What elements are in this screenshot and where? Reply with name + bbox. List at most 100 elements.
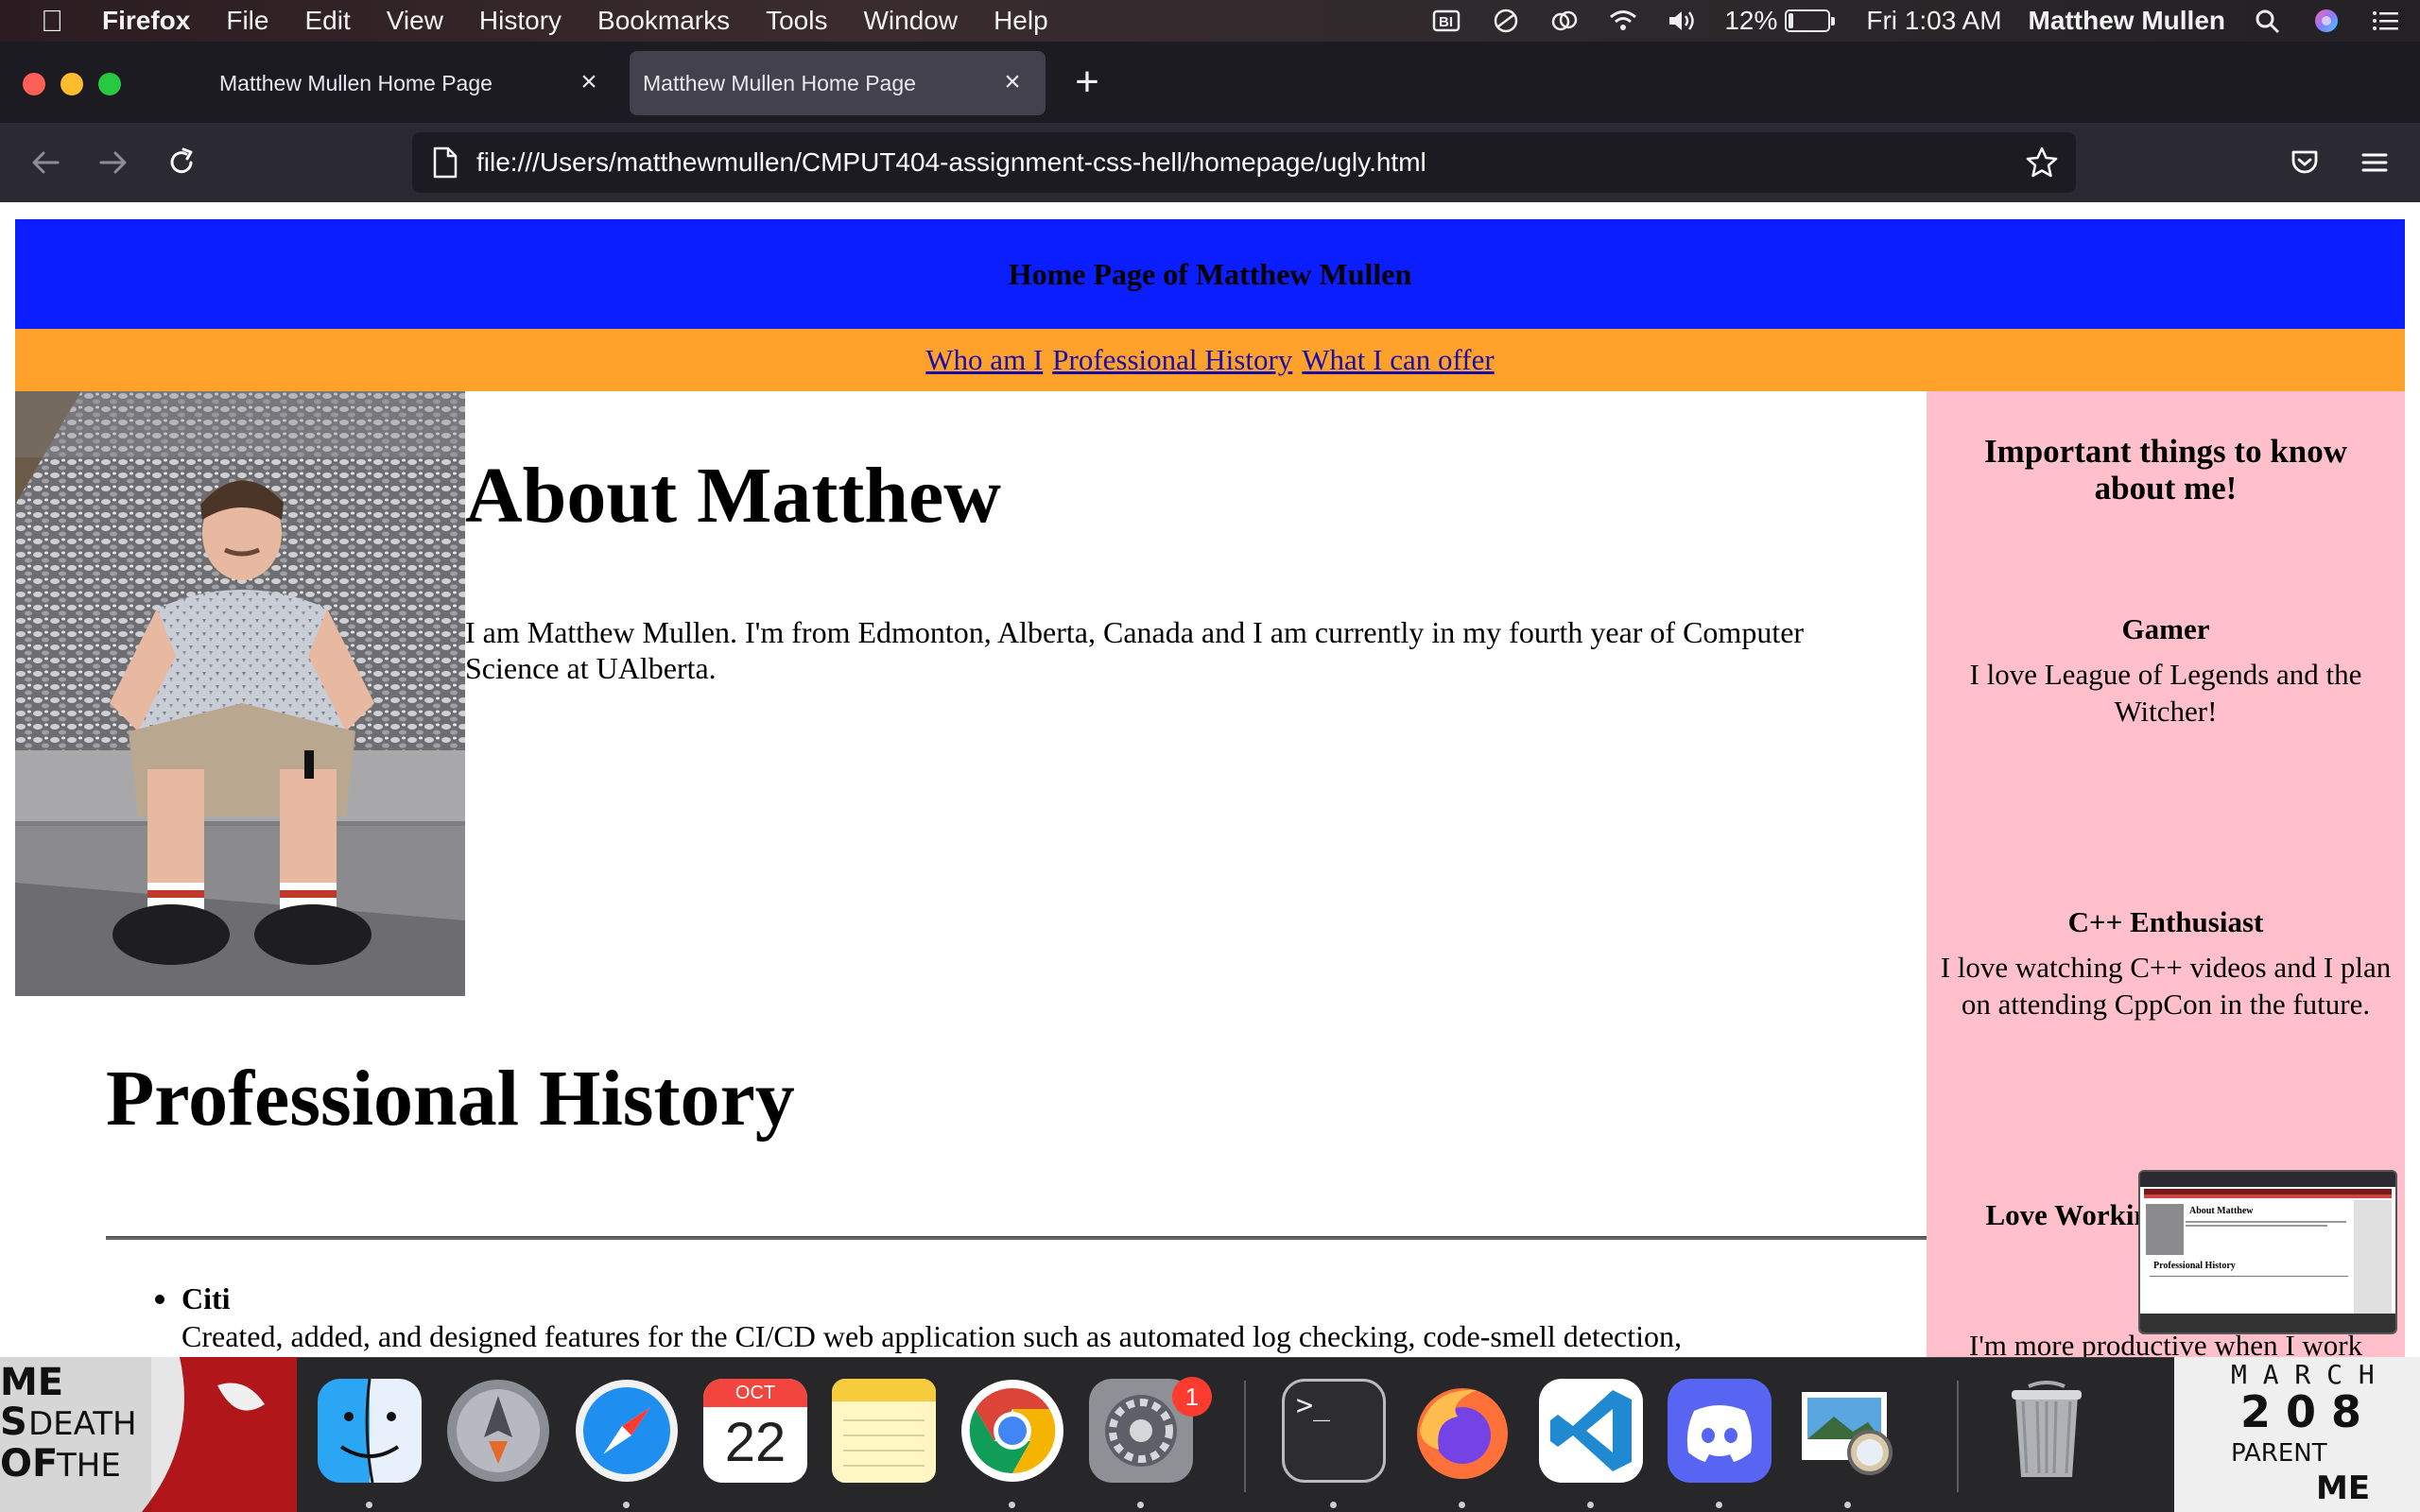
history-company: Citi	[182, 1281, 231, 1315]
back-arrow-icon	[32, 151, 60, 174]
running-indicator	[1459, 1502, 1465, 1508]
tab-1-title: Matthew Mullen Home Page	[219, 70, 493, 95]
horizontal-rule	[106, 1236, 1927, 1240]
sidebar-item-text: I love watching C++ videos and I plan on…	[1940, 951, 2392, 1021]
bi-status-icon[interactable]: BI	[1431, 7, 1463, 35]
sidebar-item-title: Gamer	[2121, 612, 2210, 645]
creative-cloud-icon[interactable]	[1548, 7, 1581, 35]
safari-icon[interactable]	[575, 1379, 679, 1483]
tab-1[interactable]: Matthew Mullen Home Page ×	[206, 51, 622, 115]
firefox-icon[interactable]	[1410, 1379, 1514, 1483]
site-header-title: Home Page of Matthew Mullen	[1008, 256, 1412, 291]
about-heading: About Matthew	[465, 452, 1001, 540]
bullet-icon	[155, 1295, 164, 1304]
volume-icon[interactable]	[1666, 7, 1698, 35]
menu-bookmarks[interactable]: Bookmarks	[597, 6, 730, 36]
navigation-toolbar: file:///Users/matthewmullen/CMPUT404-ass…	[0, 123, 2420, 202]
history-list: Citi Created, added, and designed featur…	[155, 1280, 1921, 1355]
terminal-icon[interactable]: >_	[1282, 1379, 1386, 1483]
bookmark-star-icon[interactable]	[2025, 146, 2059, 180]
profile-photo	[15, 391, 465, 996]
page-viewport[interactable]: Home Page of Matthew Mullen Who am I Pro…	[0, 202, 2420, 1357]
battery-status[interactable]: 12%	[1724, 6, 1836, 36]
reload-icon	[170, 147, 193, 174]
svg-text:OF: OF	[0, 1442, 58, 1486]
clock[interactable]: Fri 1:03 AM	[1866, 6, 2001, 36]
window-close-button[interactable]	[23, 73, 45, 95]
running-indicator	[1716, 1502, 1722, 1508]
svg-text:BI: BI	[1439, 14, 1453, 30]
menu-edit[interactable]: Edit	[304, 6, 350, 36]
dock: OCT 22 1 >_	[297, 1357, 2174, 1512]
window-minimize-button[interactable]	[60, 73, 83, 95]
about-paragraph: I am Matthew Mullen. I'm from Edmonton, …	[465, 615, 1805, 685]
apple-menu-icon[interactable]: 	[38, 4, 66, 39]
wallpaper-right: M A R C H 2 0 8 PARENT ME	[2174, 1357, 2420, 1512]
calendar-month: OCT	[703, 1379, 807, 1407]
discord-icon[interactable]	[1668, 1379, 1772, 1483]
menu-file[interactable]: File	[226, 6, 268, 36]
site-header: Home Page of Matthew Mullen	[15, 219, 2405, 329]
tab-2-close-icon[interactable]: ×	[998, 68, 1027, 96]
forward-arrow-icon	[99, 151, 127, 174]
app-menu-button[interactable]	[2354, 142, 2395, 183]
finder-icon[interactable]	[318, 1379, 422, 1483]
new-tab-button[interactable]: +	[1068, 61, 1106, 103]
url-bar[interactable]: file:///Users/matthewmullen/CMPUT404-ass…	[412, 132, 2076, 193]
running-indicator	[1844, 1502, 1851, 1508]
thumbnail-about-label: About Matthew	[2189, 1206, 2254, 1216]
vscode-icon[interactable]	[1539, 1379, 1643, 1483]
app-menu[interactable]: Firefox	[102, 6, 190, 36]
tab-2-active[interactable]: Matthew Mullen Home Page ×	[630, 51, 1046, 115]
screenshot-thumbnail[interactable]: About Matthew Professional History	[2138, 1170, 2397, 1334]
tab-1-close-icon[interactable]: ×	[575, 68, 603, 96]
pocket-button[interactable]	[2284, 142, 2325, 183]
running-indicator	[623, 1502, 630, 1508]
user-name[interactable]: Matthew Mullen	[2029, 6, 2225, 36]
notification-badge: 1	[1172, 1377, 1212, 1417]
menu-bar:  Firefox File Edit View History Bookmar…	[0, 0, 2420, 42]
terminal-prompt: >_	[1296, 1389, 1331, 1422]
pocket-icon	[2291, 150, 2318, 174]
forward-button[interactable]	[93, 142, 134, 183]
window-zoom-button[interactable]	[98, 73, 121, 95]
menu-help[interactable]: Help	[994, 6, 1048, 36]
svg-text:THE: THE	[56, 1447, 121, 1485]
nav-link-professional-history[interactable]: Professional History	[1052, 343, 1292, 377]
url-text[interactable]: file:///Users/matthewmullen/CMPUT404-ass…	[476, 147, 1426, 178]
menu-history[interactable]: History	[479, 6, 562, 36]
wifi-icon[interactable]	[1607, 7, 1639, 35]
calendar-icon[interactable]: OCT 22	[703, 1379, 807, 1483]
nav-link-who-am-i[interactable]: Who am I	[925, 343, 1043, 377]
siri-icon[interactable]	[2310, 7, 2342, 35]
notes-icon[interactable]	[832, 1379, 936, 1483]
menu-view[interactable]: View	[387, 6, 443, 36]
running-indicator	[366, 1502, 372, 1508]
chrome-icon[interactable]	[960, 1379, 1064, 1483]
sidebar-title: Important things to know about me!	[1983, 433, 2348, 507]
reload-button[interactable]	[161, 142, 202, 183]
back-button[interactable]	[25, 142, 66, 183]
svg-text:S: S	[0, 1400, 27, 1444]
menu-tools[interactable]: Tools	[766, 6, 827, 36]
svg-text:ME: ME	[2316, 1469, 2370, 1507]
menu-window[interactable]: Window	[863, 6, 958, 36]
sync-status-icon[interactable]	[1490, 7, 1522, 35]
svg-text:2 0 8: 2 0 8	[2240, 1386, 2361, 1437]
svg-text:DEATH: DEATH	[28, 1405, 137, 1443]
page-icon	[433, 146, 458, 179]
nav-link-what-i-can-offer[interactable]: What I can offer	[1302, 343, 1494, 377]
svg-text:PARENT: PARENT	[2231, 1439, 2327, 1468]
dock-separator	[1244, 1381, 1246, 1492]
control-center-icon[interactable]	[2369, 7, 2401, 35]
tab-2-title: Matthew Mullen Home Page	[643, 70, 916, 95]
spotlight-search-icon[interactable]	[2252, 7, 2284, 35]
running-indicator	[1587, 1502, 1594, 1508]
preview-icon[interactable]	[1796, 1379, 1900, 1483]
svg-text:ME: ME	[0, 1361, 63, 1404]
battery-icon	[1785, 9, 1836, 32]
launchpad-icon[interactable]	[446, 1379, 550, 1483]
running-indicator	[1137, 1502, 1144, 1508]
professional-history-heading: Professional History	[106, 1055, 795, 1143]
trash-icon[interactable]	[1995, 1379, 2099, 1483]
